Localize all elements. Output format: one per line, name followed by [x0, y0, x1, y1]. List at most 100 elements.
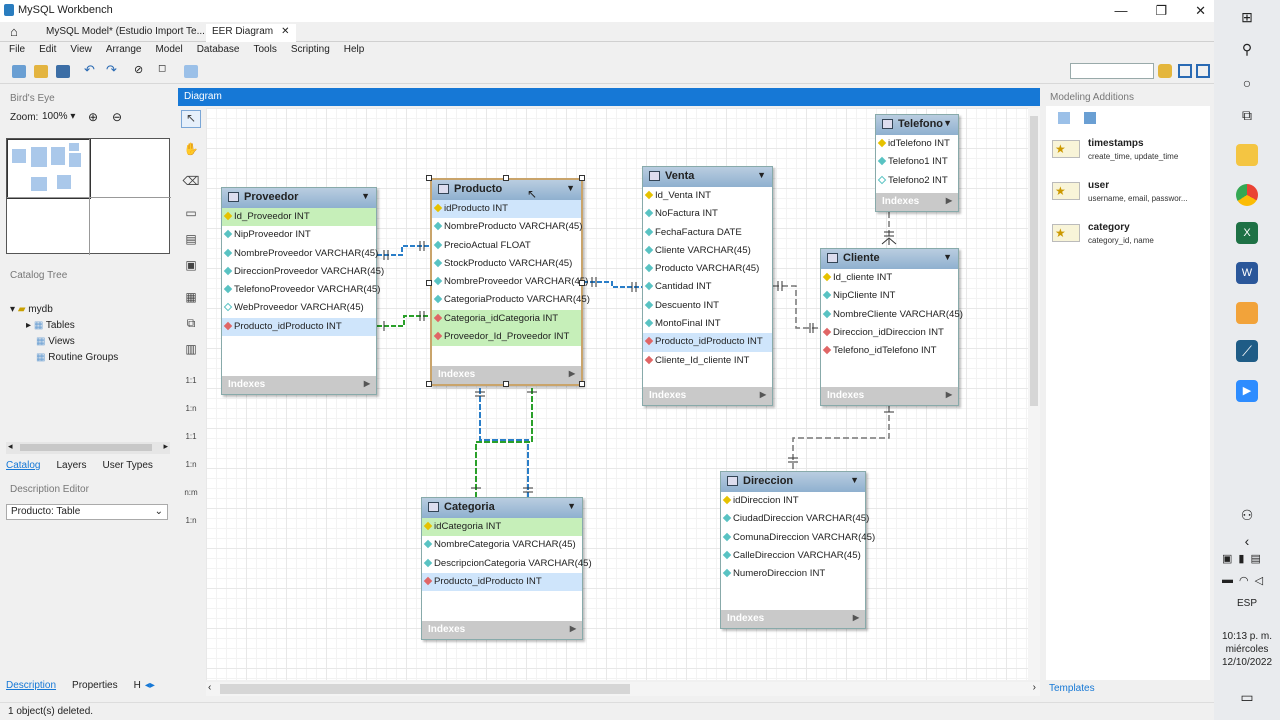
- table-telefono[interactable]: Telefono ▼ idTelefono INT Telefono1 INT T…: [875, 114, 959, 212]
- collapse-arrow-icon[interactable]: ▼: [943, 118, 952, 128]
- edit-template-icon[interactable]: [1084, 112, 1096, 124]
- table-header[interactable]: Proveedor ▼: [222, 188, 376, 208]
- camera-icon[interactable]: ▤: [1250, 552, 1260, 565]
- taskbar-clock[interactable]: 10:13 p. m. miércoles 12/10/2022: [1214, 630, 1280, 669]
- diagram-hscroll-thumb[interactable]: [220, 684, 630, 694]
- table-venta[interactable]: Venta ▼ Id_Venta INT NoFactura INT FechaF…: [642, 166, 773, 406]
- table-header[interactable]: Telefono ▼: [876, 115, 958, 135]
- column-row[interactable]: Telefono1 INT: [876, 153, 958, 171]
- windows-start-icon[interactable]: ⊞: [1236, 6, 1258, 28]
- table-categoria[interactable]: Categoria ▼ idCategoria INT NombreCategor…: [421, 497, 592, 640]
- collapse-arrow-icon[interactable]: ▼: [943, 252, 952, 262]
- excel-icon[interactable]: X: [1236, 222, 1258, 244]
- scroll-right-icon[interactable]: ›: [1033, 682, 1036, 693]
- column-row[interactable]: NombreProducto VARCHAR(45): [432, 218, 582, 236]
- table-header[interactable]: Cliente ▼: [821, 249, 958, 269]
- column-row[interactable]: idTelefono INT: [876, 135, 958, 153]
- tab-templates[interactable]: Templates: [1049, 683, 1095, 694]
- rel-cliente-direccion[interactable]: [792, 406, 890, 471]
- column-row[interactable]: FechaFactura DATE: [643, 224, 772, 242]
- column-row[interactable]: TelefonoProveedor VARCHAR(45): [222, 281, 380, 299]
- column-row[interactable]: idCategoria INT: [422, 518, 582, 537]
- column-row[interactable]: CategoriaProducto VARCHAR(45): [432, 291, 590, 309]
- people-icon[interactable]: ⚇: [1236, 504, 1258, 526]
- rel-proveedor-producto[interactable]: [377, 245, 430, 256]
- table-proveedor[interactable]: Proveedor ▼ Id_Proveedor INT NipProveedor…: [221, 187, 384, 395]
- indexes-bar[interactable]: Indexes ▶: [876, 193, 958, 211]
- column-row[interactable]: Cantidad INT: [643, 278, 772, 296]
- tray-app-icon[interactable]: ▣: [1222, 552, 1232, 565]
- zoom-app-icon[interactable]: ▶: [1236, 380, 1258, 402]
- task-view-icon[interactable]: ⧉: [1236, 104, 1258, 126]
- column-row[interactable]: WebProveedor VARCHAR(45): [222, 299, 376, 317]
- column-row[interactable]: NipCliente INT: [821, 287, 958, 305]
- mysql-workbench-icon[interactable]: ⟋: [1236, 340, 1258, 362]
- column-row[interactable]: ComunaDireccion VARCHAR(45): [721, 529, 875, 547]
- wifi-icon[interactable]: ◠: [1239, 574, 1249, 587]
- column-row[interactable]: Id_cliente INT: [821, 269, 958, 287]
- column-row[interactable]: NombreCategoria VARCHAR(45): [422, 536, 582, 554]
- notifications-icon[interactable]: ▭: [1236, 686, 1258, 708]
- rel-producto-proveedor[interactable]: [377, 315, 430, 327]
- cortana-icon[interactable]: ○: [1236, 72, 1258, 94]
- table-producto[interactable]: Producto ▼ idProducto INT NombreProducto …: [430, 178, 590, 386]
- column-row[interactable]: PrecioActual FLOAT: [432, 237, 581, 255]
- column-row[interactable]: StockProducto VARCHAR(45): [432, 255, 581, 273]
- table-header[interactable]: Producto ▼: [432, 180, 581, 200]
- table-header[interactable]: Venta ▼: [643, 167, 772, 187]
- column-row[interactable]: Cliente_Id_cliente INT: [643, 352, 772, 370]
- column-row[interactable]: Producto_idProducto INT: [222, 317, 376, 337]
- column-row[interactable]: idDireccion INT: [721, 492, 865, 510]
- language-indicator[interactable]: ESP: [1214, 598, 1280, 609]
- column-row[interactable]: Proveedor_Id_Proveedor INT: [432, 328, 581, 347]
- table-direccion[interactable]: Direccion ▼ idDireccion INT CiudadDirecci…: [720, 471, 875, 629]
- collapse-arrow-icon[interactable]: ▼: [757, 170, 766, 180]
- rel-categoria-producto[interactable]: [475, 388, 533, 497]
- volume-icon[interactable]: ◁: [1255, 574, 1263, 587]
- column-row[interactable]: DireccionProveedor VARCHAR(45): [222, 263, 384, 281]
- collapse-arrow-icon[interactable]: ▼: [361, 191, 370, 201]
- column-row[interactable]: Producto_idProducto INT: [422, 572, 582, 592]
- indexes-bar[interactable]: Indexes ▶: [821, 387, 958, 405]
- word-icon[interactable]: W: [1236, 262, 1258, 284]
- column-row[interactable]: MontoFinal INT: [643, 315, 772, 333]
- indexes-bar[interactable]: Indexes ▶: [222, 376, 376, 394]
- collapse-arrow-icon[interactable]: ▼: [567, 501, 576, 511]
- show-hidden-icons-icon[interactable]: ‹: [1236, 530, 1258, 552]
- column-row[interactable]: NoFactura INT: [643, 205, 772, 223]
- media-player-icon[interactable]: [1236, 302, 1258, 324]
- indexes-bar[interactable]: Indexes ▶: [643, 387, 772, 405]
- collapse-arrow-icon[interactable]: ▼: [850, 475, 859, 485]
- scroll-left-icon[interactable]: ‹: [208, 682, 211, 693]
- rel-venta-cliente[interactable]: [773, 285, 820, 329]
- add-template-icon[interactable]: [1058, 112, 1070, 124]
- column-row[interactable]: NumeroDireccion INT: [721, 565, 865, 583]
- column-row[interactable]: Cliente VARCHAR(45): [643, 242, 772, 260]
- column-row[interactable]: Id_Venta INT: [643, 187, 772, 205]
- column-row[interactable]: Categoria_idCategoria INT: [432, 309, 581, 329]
- template-category[interactable]: ★ category category_id, name: [1050, 220, 1208, 254]
- column-row[interactable]: NombreProveedor VARCHAR(45): [432, 273, 588, 291]
- collapse-arrow-icon[interactable]: ▼: [566, 183, 575, 193]
- indexes-bar[interactable]: Indexes ▶: [422, 621, 582, 639]
- microphone-icon[interactable]: ▮: [1238, 552, 1244, 565]
- column-row[interactable]: idProducto INT: [432, 200, 581, 219]
- column-row[interactable]: Descuento INT: [643, 297, 772, 315]
- chrome-icon[interactable]: [1236, 184, 1258, 206]
- column-row[interactable]: Telefono_idTelefono INT: [821, 342, 958, 360]
- search-icon[interactable]: ⚲: [1236, 38, 1258, 60]
- column-row[interactable]: CalleDireccion VARCHAR(45): [721, 547, 865, 565]
- table-cliente[interactable]: Cliente ▼ Id_cliente INT NipCliente INT N…: [820, 248, 963, 406]
- column-row[interactable]: DescripcionCategoria VARCHAR(45): [422, 555, 592, 573]
- file-explorer-icon[interactable]: [1236, 144, 1258, 166]
- column-row[interactable]: Producto_idProducto INT: [643, 333, 772, 352]
- column-row[interactable]: Producto VARCHAR(45): [643, 260, 772, 278]
- template-timestamps[interactable]: ★ timestamps create_time, update_time: [1050, 136, 1208, 170]
- column-row[interactable]: NipProveedor INT: [222, 226, 376, 244]
- column-row[interactable]: NombreProveedor VARCHAR(45): [222, 245, 378, 263]
- column-row[interactable]: CiudadDireccion VARCHAR(45): [721, 510, 869, 528]
- indexes-bar[interactable]: Indexes ▶: [721, 610, 865, 628]
- column-row[interactable]: Id_Proveedor INT: [222, 208, 376, 227]
- column-row[interactable]: Telefono2 INT: [876, 172, 958, 190]
- battery-icon[interactable]: ▬: [1222, 574, 1233, 587]
